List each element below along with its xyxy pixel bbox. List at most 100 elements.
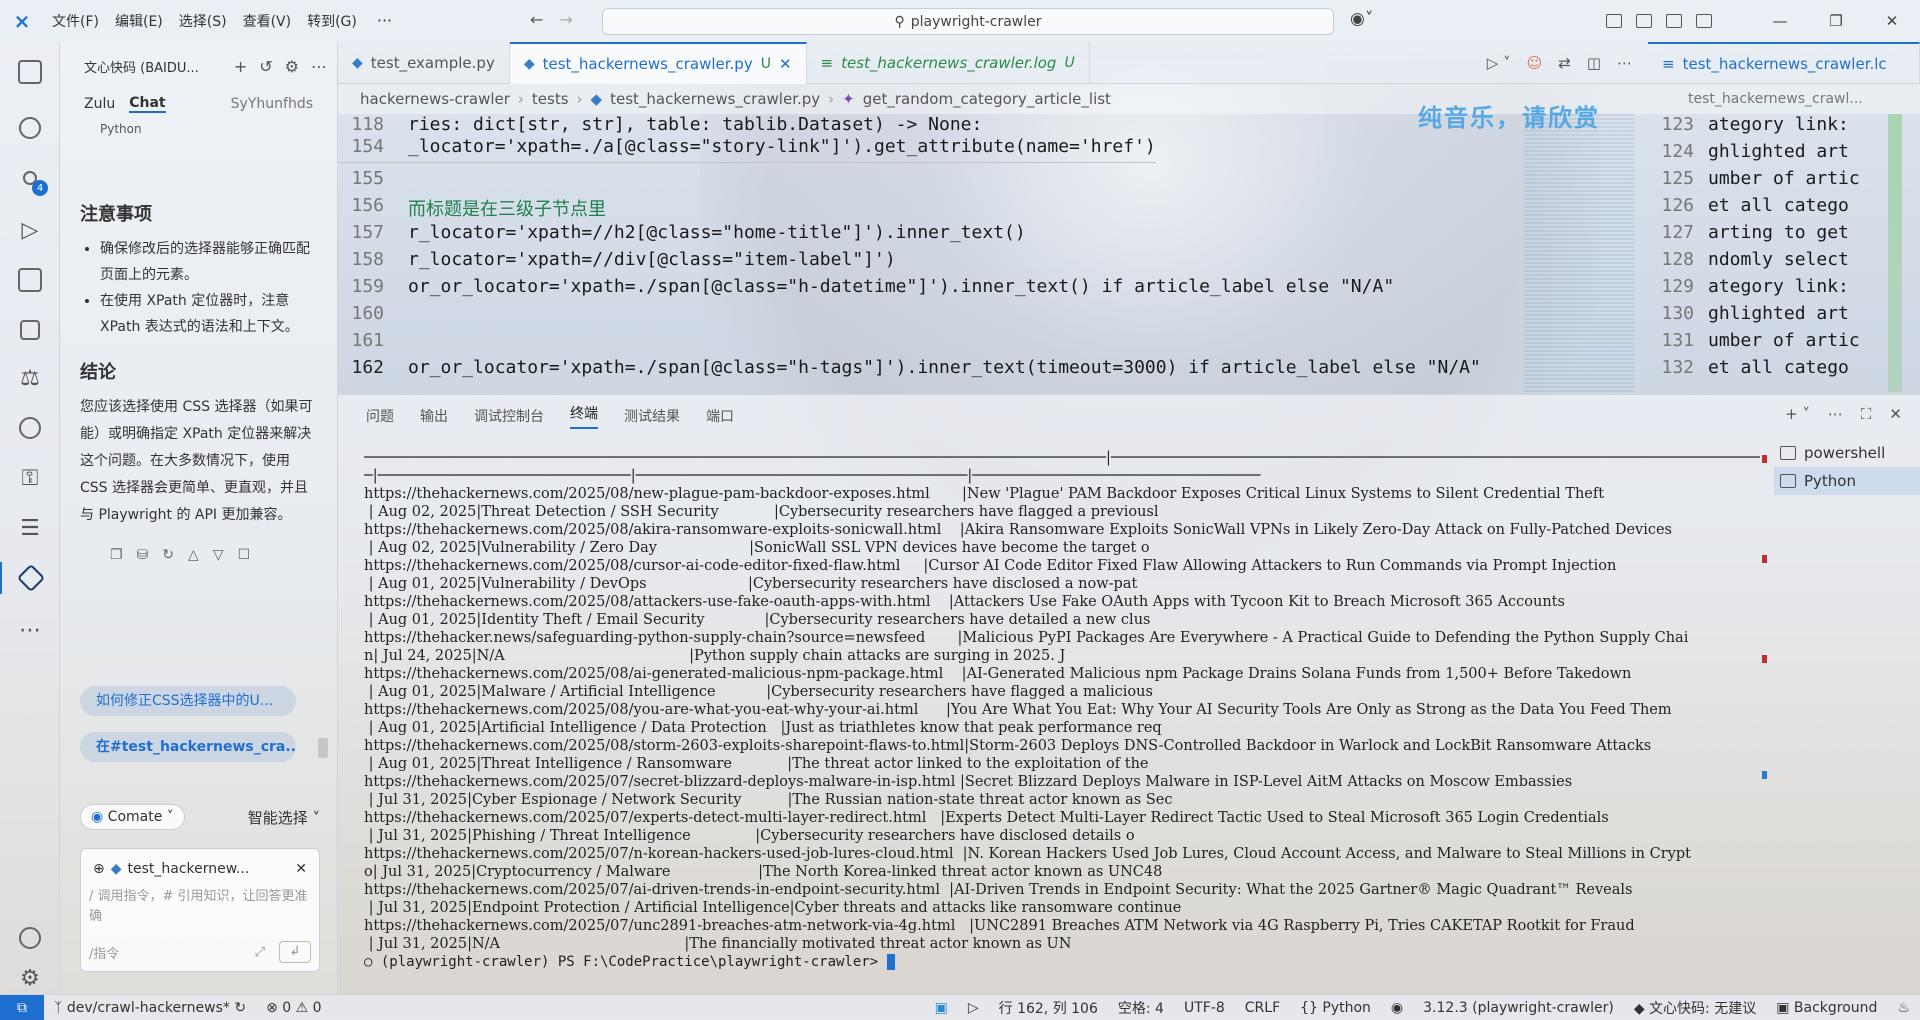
breadcrumb-item[interactable]: hackernews-crawler — [360, 90, 510, 108]
toggle-secondary-sidebar-icon[interactable] — [1696, 14, 1712, 28]
close-tab-icon[interactable]: ✕ — [779, 55, 792, 73]
send-button[interactable]: ↲ — [279, 941, 311, 963]
thumbs-up-icon[interactable]: △ — [188, 547, 199, 563]
menu-go[interactable]: 转到(G) — [299, 11, 365, 31]
history-icon[interactable]: ↺ — [259, 57, 272, 76]
language-mode[interactable]: {} Python — [1290, 1000, 1381, 1016]
menu-edit[interactable]: 编辑(E) — [107, 11, 171, 31]
run-icon[interactable]: ▷ ˅ — [1487, 54, 1511, 72]
background-status[interactable]: ▣ Background — [1766, 1000, 1887, 1016]
tab-test-hackernews-crawler[interactable]: ◆ test_hackernews_crawler.py U ✕ — [509, 42, 807, 84]
copilot-status-icon[interactable]: ◉ — [1381, 1000, 1413, 1016]
indentation[interactable]: 空格: 4 — [1108, 998, 1174, 1018]
insert-icon[interactable]: ⛁ — [137, 547, 149, 563]
account-icon[interactable] — [14, 922, 46, 954]
code-editor-right[interactable]: 123 ategory link: 124 ghlighted art 125 umb… — [1648, 114, 1920, 394]
editor-more-icon[interactable]: ⋯ — [1617, 54, 1632, 72]
tab-ports[interactable]: 端口 — [706, 406, 734, 426]
remote-explorer-icon[interactable] — [14, 264, 46, 296]
menu-selection[interactable]: 选择(S) — [171, 11, 235, 31]
terminal-item-powershell[interactable]: powershell — [1774, 439, 1920, 467]
close-panel-icon[interactable]: ✕ — [1889, 405, 1902, 423]
comate-face-icon[interactable]: ☺ — [1527, 54, 1543, 72]
extensions-icon[interactable] — [14, 314, 46, 346]
layers-icon[interactable]: ☰ — [14, 512, 46, 544]
menu-view[interactable]: 查看(V) — [235, 11, 300, 31]
terminal-item-python[interactable]: Python — [1774, 467, 1920, 495]
comate-icon[interactable] — [0, 562, 60, 594]
more-views-icon[interactable]: ⋯ — [14, 614, 46, 646]
run-debug-icon[interactable]: ▷ — [14, 214, 46, 246]
comate-selector[interactable]: ◉ Comate ˅ — [80, 804, 185, 830]
chat-scrollbar[interactable] — [318, 738, 328, 758]
minimap[interactable] — [1524, 114, 1634, 392]
layout-status-icon[interactable]: ▣ — [925, 1000, 958, 1016]
back-arrow-icon[interactable]: ← — [530, 10, 543, 29]
compare-icon[interactable]: ⇄ — [1558, 54, 1571, 72]
source-control-icon[interactable]: 4 — [14, 162, 48, 196]
git-branch[interactable]: ᛉ dev/crawl-hackernews* ↻ — [44, 1000, 256, 1016]
tab-debug-console[interactable]: 调试控制台 — [474, 406, 544, 426]
database-icon[interactable]: ⚿ — [14, 462, 46, 494]
cursor-position[interactable]: 行 162, 列 106 — [989, 998, 1108, 1018]
chat-input[interactable]: ⊕ ◆ test_hackernew... ✕ / 调用指令，# 引用知识，让回… — [80, 848, 320, 972]
panel-more-icon[interactable]: ⋯ — [1828, 405, 1843, 423]
breadcrumb-item[interactable]: test_hackernews_crawler.py — [610, 90, 820, 108]
terminal-prompt[interactable]: ○ (playwright-crawler) PS F:\CodePractic… — [364, 953, 1760, 971]
breadcrumb-item[interactable]: get_random_category_article_list — [863, 90, 1111, 108]
toggle-sidebar-icon[interactable] — [1636, 14, 1652, 28]
remove-context-icon[interactable]: ✕ — [295, 861, 307, 877]
tab-zulu[interactable]: Zulu — [84, 96, 115, 112]
maximize-panel-icon[interactable]: ⛶ — [1861, 405, 1872, 423]
menu-file[interactable]: 文件(F) — [44, 11, 107, 31]
forward-arrow-icon[interactable]: → — [559, 10, 572, 29]
code-editor[interactable]: 118 ries: dict[str, str], table: tablib.D… — [338, 114, 1538, 394]
feedback-icon[interactable]: ☐ — [238, 547, 251, 563]
tab-terminal[interactable]: 终端 — [570, 403, 598, 429]
terminal-output[interactable]: ────────────────────────────────────────… — [364, 449, 1760, 975]
minimize-icon[interactable]: — — [1752, 12, 1808, 30]
right-editor-scrollbar[interactable] — [1888, 114, 1902, 392]
suggestion-chip[interactable]: 如何修正CSS选择器中的U... — [80, 686, 296, 716]
run-status-icon[interactable]: ▷ — [958, 1000, 989, 1016]
tab-test-results[interactable]: 测试结果 — [624, 406, 680, 426]
menu-more-icon[interactable]: ··· — [365, 11, 404, 31]
smart-select-dropdown[interactable]: 智能选择 ˅ — [248, 807, 320, 828]
toggle-panel-icon[interactable] — [1666, 14, 1682, 28]
tab-chat[interactable]: Chat — [129, 95, 166, 113]
tab-problems[interactable]: 问题 — [366, 406, 394, 426]
breadcrumb-item[interactable]: tests — [532, 90, 569, 108]
python-interpreter[interactable]: 3.12.3 (playwright-crawler) — [1413, 1000, 1624, 1016]
notifications-bell-icon[interactable]: ♨ — [1887, 1000, 1920, 1016]
expand-icon[interactable]: ⤢ — [255, 945, 265, 960]
explorer-icon[interactable] — [14, 56, 46, 88]
regenerate-icon[interactable]: ↻ — [162, 547, 174, 563]
command-center-search[interactable]: ⚲ playwright-crawler — [602, 8, 1334, 35]
settings-gear-icon[interactable]: ⚙ — [14, 962, 46, 994]
problems-indicator[interactable]: ⊗ 0 ⚠ 0 — [256, 1000, 331, 1016]
copy-icon[interactable]: ❐ — [110, 547, 123, 563]
restore-icon[interactable]: ❐ — [1808, 12, 1864, 30]
layout-customize-icon[interactable] — [1606, 14, 1622, 28]
new-terminal-icon[interactable]: + ˅ — [1785, 405, 1810, 423]
tab-test-example[interactable]: ◆ test_example.py — [338, 42, 510, 84]
add-context-icon[interactable]: ⊕ — [93, 861, 105, 877]
gitlens-icon[interactable] — [14, 412, 46, 444]
new-chat-icon[interactable]: + — [234, 57, 247, 76]
close-window-icon[interactable]: ✕ — [1864, 12, 1920, 30]
breadcrumb-right[interactable]: test_hackernews_crawl... — [1648, 84, 1920, 114]
thumbs-down-icon[interactable]: ▽ — [213, 547, 224, 563]
chat-more-icon[interactable]: ⋯ — [311, 57, 327, 76]
copilot-icon[interactable]: ◉˅ — [1350, 9, 1373, 29]
encoding[interactable]: UTF-8 — [1174, 1000, 1235, 1016]
suggestion-chip[interactable]: 在#test_hackernews_cra... — [80, 732, 296, 762]
tab-output[interactable]: 输出 — [420, 406, 448, 426]
split-editor-icon[interactable]: ◫ — [1587, 54, 1601, 72]
tab-crawler-log[interactable]: ≡ test_hackernews_crawler.log U — [807, 42, 1090, 84]
testing-icon[interactable]: ⚖ — [14, 362, 46, 394]
search-view-icon[interactable] — [14, 112, 46, 144]
tab-crawler-log-right[interactable]: ≡ test_hackernews_crawler.lc — [1648, 42, 1920, 84]
remote-indicator-icon[interactable]: ⧉ — [0, 994, 44, 1020]
chat-settings-icon[interactable]: ⚙ — [285, 57, 299, 76]
line-ending[interactable]: CRLF — [1235, 1000, 1290, 1016]
